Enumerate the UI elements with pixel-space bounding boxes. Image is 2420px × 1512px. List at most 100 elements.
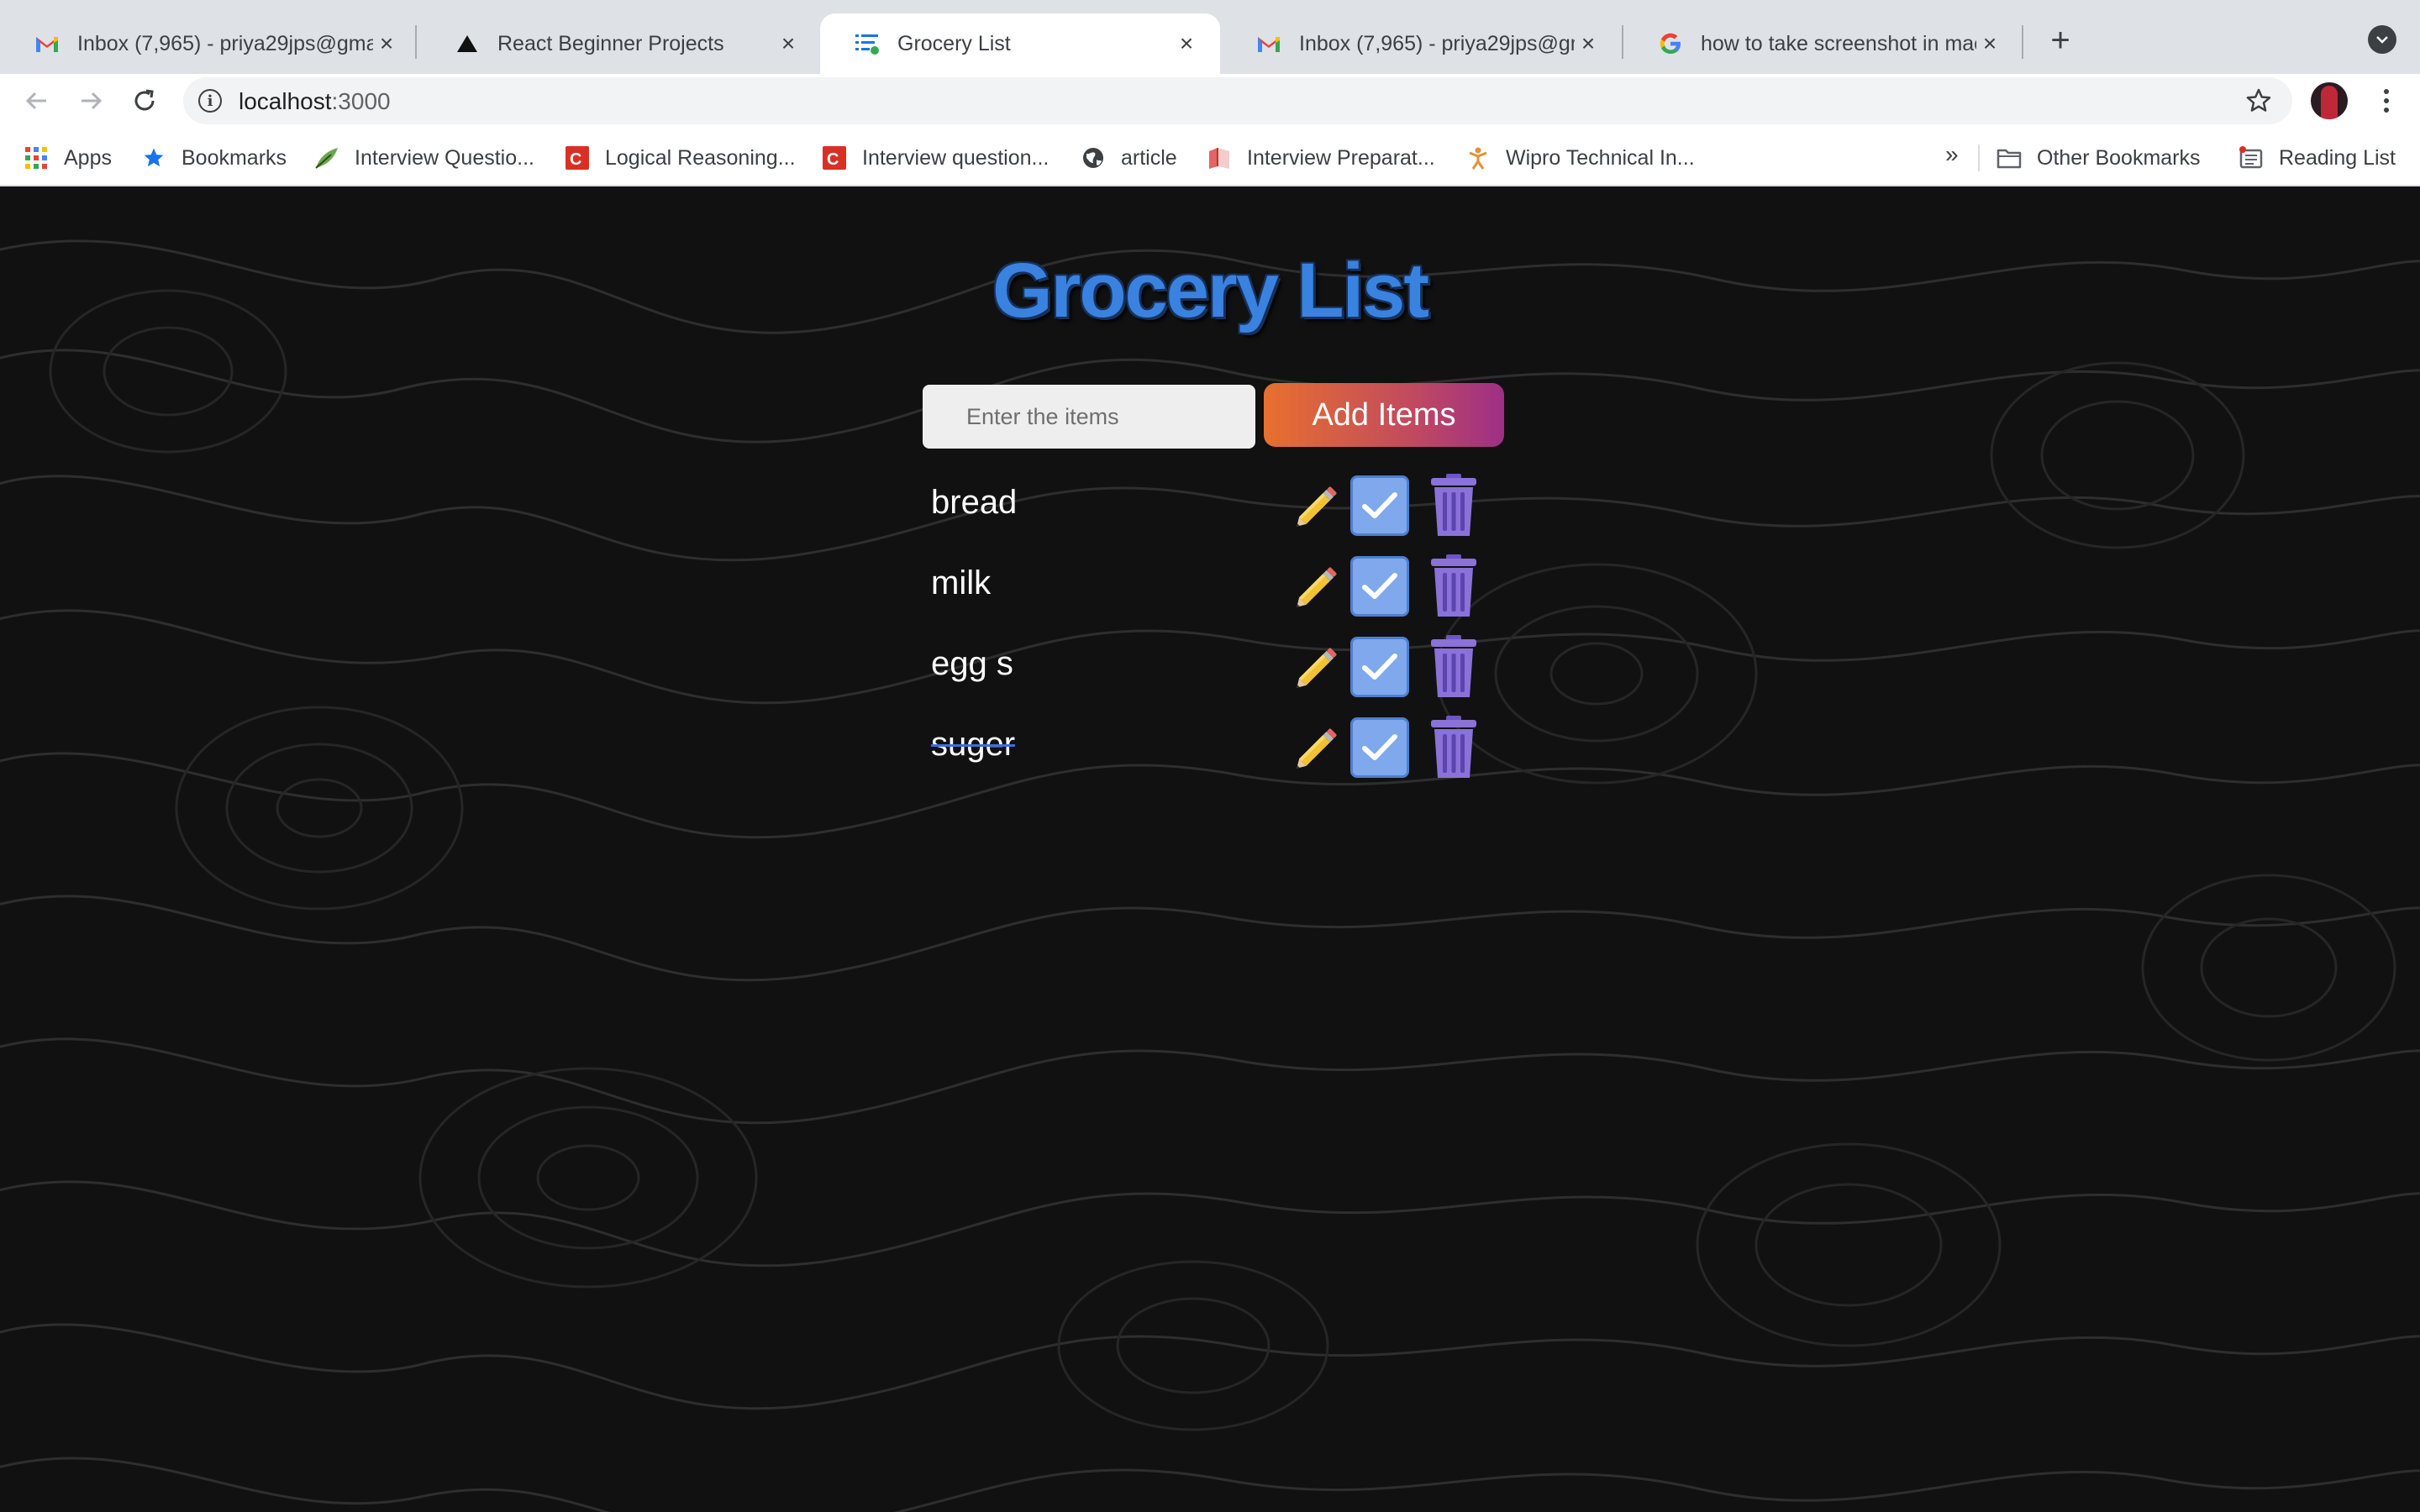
profile-avatar[interactable] — [2311, 82, 2348, 119]
forward-button[interactable] — [72, 82, 109, 119]
figure-icon — [1465, 145, 1491, 171]
close-icon[interactable]: × — [373, 30, 400, 57]
new-tab-button[interactable]: + — [2042, 22, 2079, 59]
checkbox — [1350, 475, 1409, 536]
close-icon[interactable]: × — [775, 30, 802, 57]
complete-button[interactable] — [1348, 553, 1412, 620]
bookmark-logical-reasoning[interactable]: C Logical Reasoning... — [565, 141, 796, 175]
trash-icon — [1431, 635, 1476, 697]
edit-button[interactable] — [1286, 714, 1349, 781]
bookmark-interview-preparation[interactable]: Interview Preparat... — [1207, 141, 1435, 175]
tab-google-search[interactable]: how to take screenshot in mac × — [1623, 13, 2023, 74]
trash-icon — [1431, 554, 1476, 617]
checkmark-icon — [1362, 573, 1397, 599]
bookmark-label: Other Bookmarks — [2037, 145, 2201, 170]
back-button[interactable] — [18, 82, 55, 119]
c-logo-icon: C — [822, 145, 847, 171]
info-icon[interactable]: i — [198, 89, 222, 113]
svg-text:C: C — [827, 150, 839, 169]
tab-gmail-inbox-1[interactable]: Inbox (7,965) - priya29jps@gmail.com × — [0, 13, 420, 74]
checkmark-icon — [1362, 492, 1397, 518]
complete-button[interactable] — [1348, 714, 1412, 781]
bookmark-label: Interview question... — [862, 145, 1050, 170]
other-bookmarks[interactable]: Other Bookmarks — [1996, 141, 2201, 175]
bookmark-interview-question[interactable]: C Interview question... — [822, 141, 1049, 175]
browser-menu-button[interactable] — [2368, 82, 2405, 119]
checkbox — [1350, 637, 1409, 697]
item-input[interactable] — [923, 385, 1255, 449]
bookmark-apps[interactable]: Apps — [24, 141, 112, 175]
item-text: bread — [931, 484, 1018, 521]
page-content: Grocery List Add Items bread — [0, 186, 2420, 1512]
bookmark-label: Reading List — [2279, 145, 2396, 170]
reading-list-icon — [2238, 145, 2264, 171]
page-title: Grocery List — [992, 248, 1429, 333]
bookmark-label: Interview Preparat... — [1247, 145, 1435, 170]
checkbox — [1350, 556, 1409, 617]
address-host: localhost — [239, 88, 332, 114]
google-icon — [1657, 30, 1684, 57]
svg-text:C: C — [570, 150, 581, 169]
delete-button[interactable] — [1422, 472, 1486, 539]
avatar-figure — [2321, 86, 2338, 119]
tab-title: Grocery List — [897, 31, 1011, 55]
browser-toolbar: i localhost:3000 — [0, 74, 2420, 128]
close-icon[interactable]: × — [1976, 30, 2003, 57]
edit-button[interactable] — [1286, 553, 1349, 620]
close-icon[interactable]: × — [1173, 30, 1200, 57]
tab-title: how to take screenshot in mac — [1701, 31, 1976, 55]
arrow-right-icon — [82, 92, 103, 110]
address-port: :3000 — [331, 88, 391, 114]
reading-list[interactable]: Reading List — [2238, 141, 2396, 175]
list-icon — [854, 30, 881, 57]
trash-icon — [1431, 716, 1476, 778]
folder-icon — [1996, 145, 2022, 171]
bookmark-label: Interview Questio... — [355, 145, 534, 170]
bookmark-label: Wipro Technical In... — [1506, 145, 1695, 170]
edit-button[interactable] — [1286, 472, 1349, 539]
item-text: egg s — [931, 645, 1013, 682]
tab-title: Inbox (7,965) - priya29jps@gmail.com — [77, 31, 373, 55]
tab-divider — [2022, 25, 2023, 59]
reload-button[interactable] — [126, 82, 163, 119]
globe-icon — [1081, 145, 1106, 171]
add-items-button[interactable]: Add Items — [1264, 383, 1504, 447]
pencil-icon — [1297, 486, 1337, 527]
bookmark-label: Apps — [64, 145, 112, 170]
address-bar[interactable]: i localhost:3000 — [183, 77, 2292, 124]
pencil-icon — [1297, 648, 1337, 688]
bookmark-label: Bookmarks — [182, 145, 287, 170]
list-item: milk — [923, 553, 1511, 620]
bookmark-bookmarks[interactable]: Bookmarks — [141, 141, 287, 175]
bookmarks-overflow-button[interactable]: » — [1945, 141, 1959, 168]
bookmarks-divider — [1978, 144, 1980, 171]
checkmark-icon — [1362, 734, 1397, 760]
checkbox — [1350, 717, 1409, 778]
delete-button[interactable] — [1422, 714, 1486, 781]
bookmark-interview-questions[interactable]: Interview Questio... — [314, 141, 534, 175]
tab-title: React Beginner Projects — [497, 31, 724, 55]
edit-button[interactable] — [1286, 633, 1349, 701]
complete-button[interactable] — [1348, 633, 1412, 701]
close-icon[interactable]: × — [1575, 30, 1602, 57]
bookmark-article[interactable]: article — [1081, 141, 1177, 175]
tab-grocery-list[interactable]: Grocery List × — [820, 13, 1220, 74]
tab-react-beginner-projects[interactable]: React Beginner Projects × — [420, 13, 822, 74]
tab-strip: Inbox (7,965) - priya29jps@gmail.com × R… — [0, 0, 2420, 74]
complete-button[interactable] — [1348, 472, 1412, 539]
gmail-icon — [1255, 30, 1282, 57]
tab-search-button[interactable] — [2368, 25, 2396, 54]
apps-grid-icon — [24, 145, 49, 171]
star-icon — [141, 145, 166, 171]
tab-gmail-inbox-2[interactable]: Inbox (7,965) - priya29jps@gmail.com × — [1222, 13, 1622, 74]
bookmark-label: article — [1121, 145, 1177, 170]
bookmark-wipro-technical[interactable]: Wipro Technical In... — [1465, 141, 1695, 175]
bookmarks-bar: Apps Bookmarks Interview Questio... C Lo… — [0, 128, 2420, 186]
delete-button[interactable] — [1422, 633, 1486, 701]
bookmark-star-icon[interactable] — [2242, 84, 2275, 118]
arrow-left-icon — [25, 92, 46, 110]
delete-button[interactable] — [1422, 553, 1486, 620]
trash-icon — [1431, 474, 1476, 536]
address-url: localhost:3000 — [239, 88, 391, 115]
triangle-icon — [454, 30, 481, 57]
